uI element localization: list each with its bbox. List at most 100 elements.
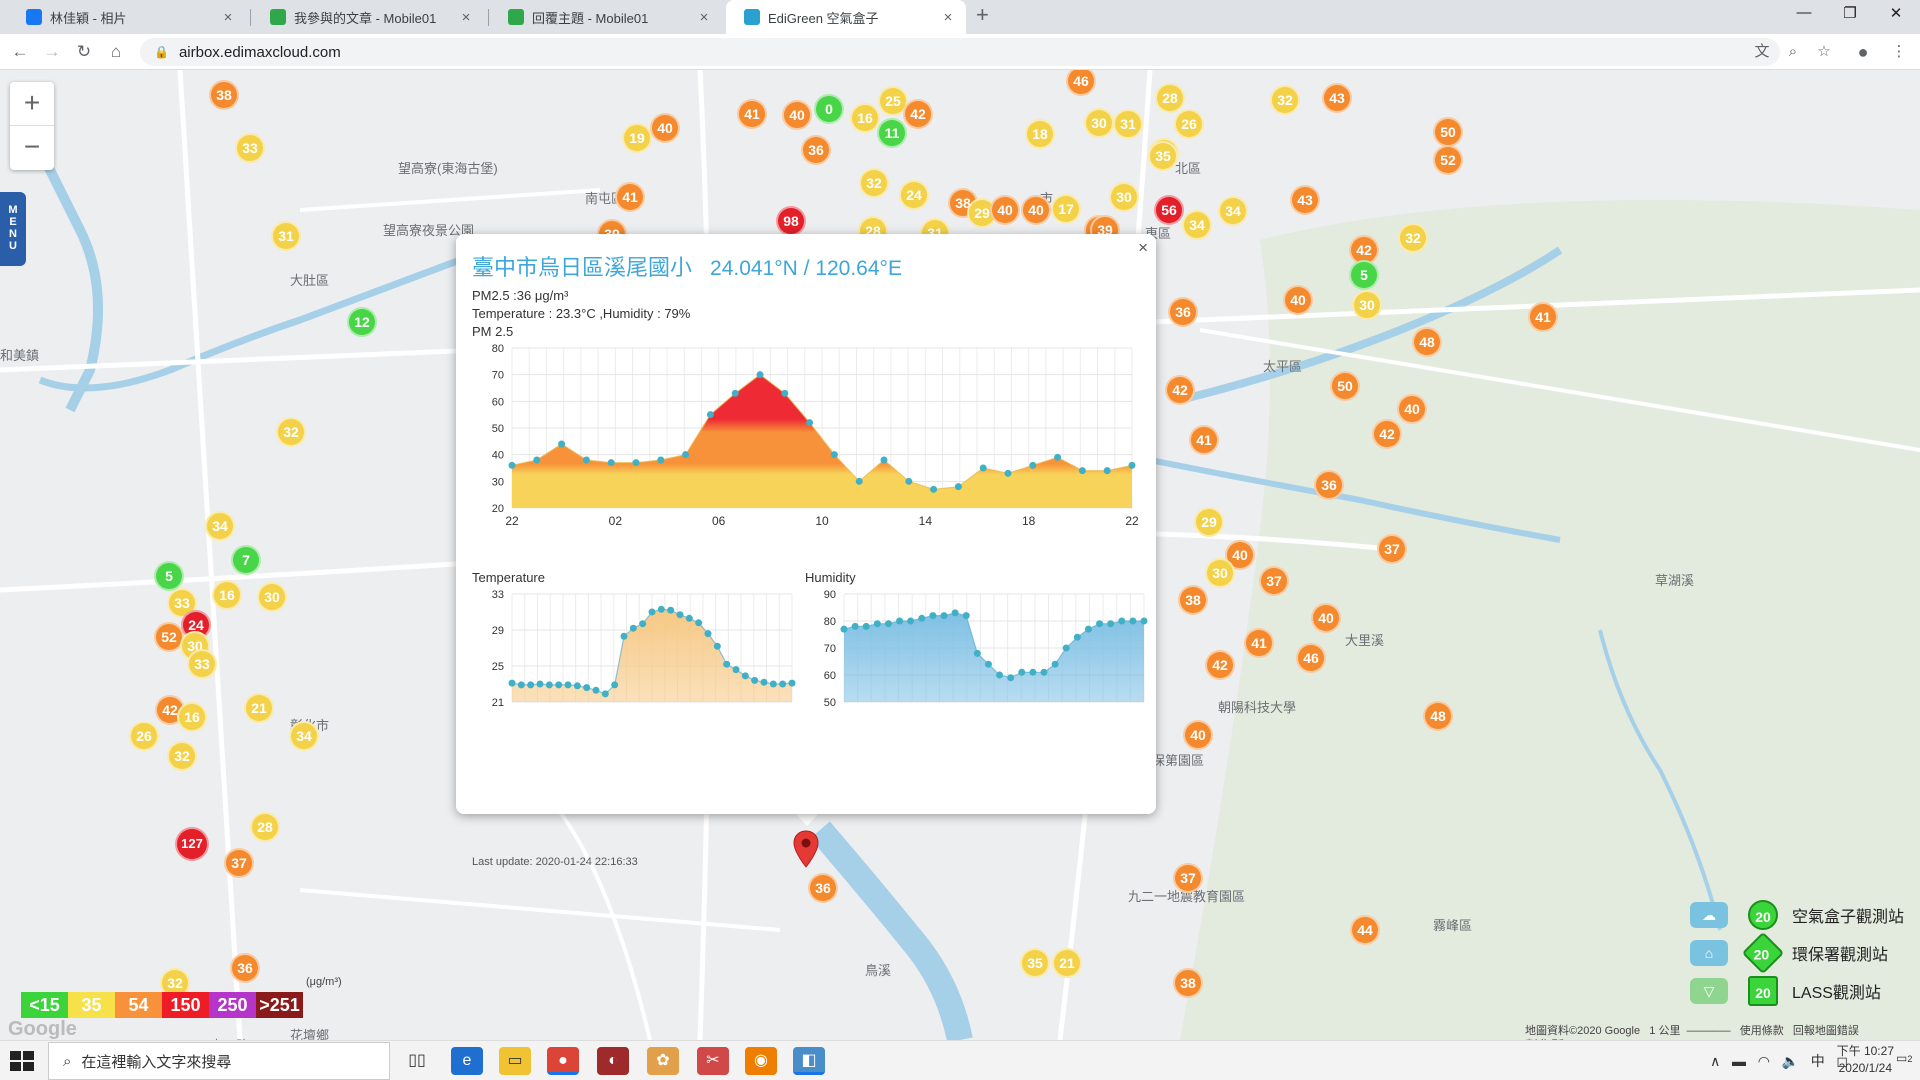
back-button[interactable]: ← bbox=[8, 40, 32, 64]
menu-tab-button[interactable]: MENU bbox=[0, 192, 26, 266]
station-marker[interactable]: 11 bbox=[877, 118, 907, 148]
station-marker[interactable]: 44 bbox=[1350, 915, 1380, 945]
station-marker[interactable]: 18 bbox=[1025, 119, 1055, 149]
station-marker[interactable]: 34 bbox=[1218, 196, 1248, 226]
app-icon-animal[interactable]: ✿ bbox=[647, 1047, 679, 1075]
close-icon[interactable]: × bbox=[458, 9, 474, 26]
zoom-icon[interactable]: ⌕ bbox=[1782, 41, 1804, 63]
station-marker[interactable]: 40 bbox=[1311, 603, 1341, 633]
window-close-button[interactable]: ✕ bbox=[1876, 4, 1916, 22]
station-marker[interactable]: 33 bbox=[235, 133, 265, 163]
windows-start-icon[interactable] bbox=[8, 1049, 36, 1073]
station-marker[interactable]: 34 bbox=[1182, 210, 1212, 240]
bookmark-star-icon[interactable]: ☆ bbox=[1813, 41, 1835, 63]
station-marker[interactable]: 34 bbox=[205, 511, 235, 541]
legend-epa-station[interactable]: ⌂ 20 環保署觀測站 bbox=[1690, 931, 1888, 975]
new-tab-button[interactable]: + bbox=[976, 2, 989, 28]
station-marker[interactable]: 38 bbox=[209, 80, 239, 110]
app-icon-scissors[interactable]: ✂ bbox=[697, 1047, 729, 1075]
station-marker[interactable]: 42 bbox=[903, 99, 933, 129]
tab-facebook-photos[interactable]: 林佳穎 - 相片 × bbox=[8, 0, 246, 34]
station-marker[interactable]: 37 bbox=[1259, 566, 1289, 596]
station-marker[interactable]: 40 bbox=[1021, 195, 1051, 225]
station-marker[interactable]: 32 bbox=[859, 168, 889, 198]
station-marker[interactable]: 30 bbox=[1352, 290, 1382, 320]
station-marker[interactable]: 26 bbox=[1174, 109, 1204, 139]
station-marker[interactable]: 32 bbox=[1270, 85, 1300, 115]
station-marker[interactable]: 0 bbox=[814, 94, 844, 124]
station-marker[interactable]: 48 bbox=[1423, 701, 1453, 731]
tab-mobile01-reply[interactable]: 回覆主題 - Mobile01 × bbox=[490, 0, 722, 34]
battery-icon[interactable]: ▬ bbox=[1732, 1053, 1746, 1069]
reload-button[interactable]: ↻ bbox=[72, 40, 96, 64]
browser-menu-icon[interactable]: ⋮ bbox=[1888, 41, 1910, 63]
station-marker[interactable]: 98 bbox=[776, 206, 806, 236]
tab-edigreen-airbox[interactable]: EdiGreen 空氣盒子 × bbox=[726, 0, 966, 34]
station-marker[interactable]: 41 bbox=[615, 182, 645, 212]
popup-close-button[interactable]: × bbox=[1138, 238, 1148, 258]
station-marker[interactable]: 46 bbox=[1296, 643, 1326, 673]
app-icon-window[interactable]: ◧ bbox=[793, 1047, 825, 1075]
report-map-error-link[interactable]: 回報地圖錯誤 bbox=[1793, 1025, 1859, 1037]
legend-airbox-station[interactable]: ☁ 20 空氣盒子觀測站 bbox=[1690, 900, 1904, 930]
station-marker[interactable]: 36 bbox=[230, 953, 260, 983]
station-marker[interactable]: 21 bbox=[244, 693, 274, 723]
zoom-in-button[interactable]: + bbox=[10, 82, 54, 126]
station-marker[interactable]: 50 bbox=[1433, 117, 1463, 147]
station-marker[interactable]: 19 bbox=[622, 123, 652, 153]
terms-link[interactable]: 使用條款 bbox=[1740, 1025, 1784, 1037]
station-marker[interactable]: 36 bbox=[808, 873, 838, 903]
station-marker[interactable]: 16 bbox=[177, 702, 207, 732]
station-marker[interactable]: 31 bbox=[1113, 109, 1143, 139]
station-marker[interactable]: 16 bbox=[212, 580, 242, 610]
station-marker[interactable]: 37 bbox=[1377, 534, 1407, 564]
station-marker[interactable]: 32 bbox=[1398, 223, 1428, 253]
file-explorer-icon[interactable]: ▭ bbox=[499, 1047, 531, 1075]
station-marker[interactable]: 12 bbox=[347, 307, 377, 337]
chrome-icon[interactable]: ● bbox=[547, 1047, 579, 1075]
station-marker[interactable]: 40 bbox=[990, 195, 1020, 225]
tab-mobile01-articles[interactable]: 我參與的文章 - Mobile01 × bbox=[252, 0, 484, 34]
station-marker[interactable]: 5 bbox=[154, 561, 184, 591]
station-marker[interactable]: 40 bbox=[1183, 720, 1213, 750]
station-marker[interactable]: 127 bbox=[175, 827, 209, 861]
forward-button[interactable]: → bbox=[40, 40, 64, 64]
translate-icon[interactable]: 文 bbox=[1751, 41, 1773, 63]
station-marker[interactable]: 33 bbox=[187, 649, 217, 679]
taskbar-search-box[interactable]: ⌕ 在這裡輸入文字來搜尋 bbox=[48, 1042, 390, 1080]
station-marker[interactable]: 40 bbox=[650, 113, 680, 143]
station-marker[interactable]: 5 bbox=[1349, 260, 1379, 290]
station-marker[interactable]: 38 bbox=[1178, 585, 1208, 615]
station-marker[interactable]: 30 bbox=[1109, 182, 1139, 212]
restore-button[interactable]: ❐ bbox=[1830, 4, 1870, 22]
station-marker[interactable]: 37 bbox=[1173, 863, 1203, 893]
station-marker[interactable]: 24 bbox=[899, 180, 929, 210]
station-marker[interactable]: 31 bbox=[271, 221, 301, 251]
station-marker[interactable]: 35 bbox=[1148, 141, 1178, 171]
station-marker[interactable]: 16 bbox=[850, 103, 880, 133]
station-marker[interactable]: 29 bbox=[1194, 507, 1224, 537]
station-marker[interactable]: 52 bbox=[1433, 145, 1463, 175]
station-marker[interactable]: 41 bbox=[1528, 302, 1558, 332]
station-marker[interactable]: 36 bbox=[1314, 470, 1344, 500]
home-button[interactable]: ⌂ bbox=[104, 40, 128, 64]
station-marker[interactable]: 36 bbox=[801, 135, 831, 165]
map-canvas[interactable]: + − MENU 大肚區和美鎮彰化市花壇鄉南屯區中區北區太平區霧峰區望高寮(東海… bbox=[0, 70, 1920, 1040]
close-icon[interactable]: × bbox=[696, 9, 712, 26]
station-marker[interactable]: 28 bbox=[1155, 83, 1185, 113]
station-marker[interactable]: 41 bbox=[737, 99, 767, 129]
station-marker[interactable]: 41 bbox=[1189, 425, 1219, 455]
blender-icon[interactable]: ◉ bbox=[745, 1047, 777, 1075]
station-marker[interactable]: 34 bbox=[289, 721, 319, 751]
station-marker[interactable]: 32 bbox=[276, 417, 306, 447]
minimize-button[interactable]: — bbox=[1784, 4, 1824, 21]
volume-icon[interactable]: 🔈 bbox=[1782, 1053, 1799, 1069]
station-marker[interactable]: 43 bbox=[1322, 83, 1352, 113]
station-marker[interactable]: 41 bbox=[1244, 628, 1274, 658]
station-marker[interactable]: 7 bbox=[231, 545, 261, 575]
close-icon[interactable]: × bbox=[220, 9, 236, 26]
station-marker[interactable]: 21 bbox=[1052, 948, 1082, 978]
station-marker[interactable]: 26 bbox=[129, 721, 159, 751]
station-marker[interactable]: 30 bbox=[1205, 558, 1235, 588]
profile-icon[interactable]: ● bbox=[1852, 41, 1874, 63]
